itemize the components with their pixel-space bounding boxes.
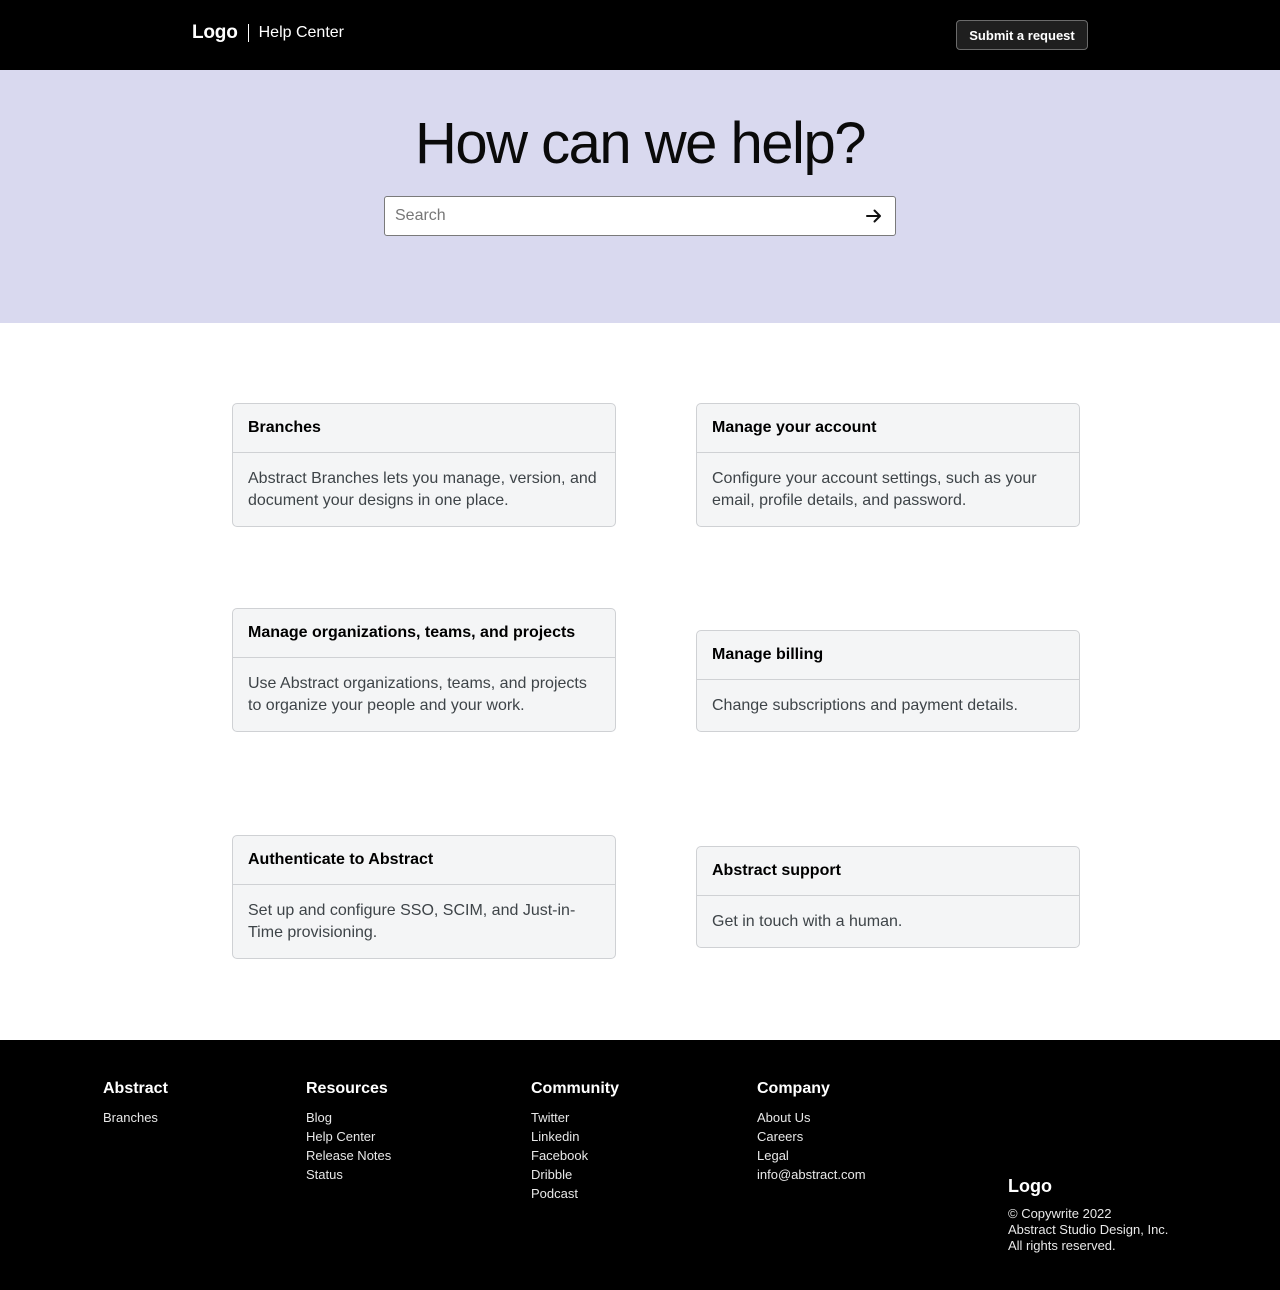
card-description: Set up and configure SSO, SCIM, and Just… <box>248 902 576 941</box>
footer-column-heading: Company <box>757 1080 830 1097</box>
footer-link[interactable]: Release Notes <box>306 1146 391 1165</box>
card-description: Get in touch with a human. <box>712 913 903 930</box>
card-description: Use Abstract organizations, teams, and p… <box>248 675 587 714</box>
site-footer: Abstract Branches Resources Blog Help Ce… <box>0 1040 1280 1290</box>
card-description: Configure your account settings, such as… <box>712 470 1037 509</box>
card-title: Manage organizations, teams, and project… <box>233 609 615 658</box>
card-title: Authenticate to Abstract <box>233 836 615 885</box>
category-card-abstract-support[interactable]: Abstract support Get in touch with a hum… <box>696 846 1080 948</box>
brand[interactable]: Logo Help Center <box>192 22 344 44</box>
search-box <box>384 196 896 236</box>
footer-column-abstract: Abstract Branches <box>103 1080 168 1127</box>
footer-column-heading: Community <box>531 1080 619 1097</box>
footer-link[interactable]: Careers <box>757 1127 866 1146</box>
footer-brand: Logo © Copywrite 2022 Abstract Studio De… <box>1008 1176 1168 1254</box>
arrow-right-icon[interactable] <box>861 203 887 229</box>
footer-link[interactable]: Help Center <box>306 1127 391 1146</box>
header-logo[interactable]: Logo <box>192 22 238 44</box>
footer-link[interactable]: Status <box>306 1165 391 1184</box>
copyright-line: © Copywrite 2022 <box>1008 1206 1112 1221</box>
help-center-link[interactable]: Help Center <box>259 24 344 42</box>
hero-title: How can we help? <box>415 111 866 176</box>
card-title: Manage your account <box>697 404 1079 453</box>
footer-column-company: Company About Us Careers Legal info@abst… <box>757 1080 866 1184</box>
footer-link[interactable]: Podcast <box>531 1184 619 1203</box>
submit-request-button[interactable]: Submit a request <box>956 20 1088 50</box>
category-card-manage-organizations[interactable]: Manage organizations, teams, and project… <box>232 608 616 732</box>
card-title: Manage billing <box>697 631 1079 680</box>
card-title: Branches <box>233 404 615 453</box>
footer-link[interactable]: Dribble <box>531 1165 619 1184</box>
card-description: Abstract Branches lets you manage, versi… <box>248 470 597 509</box>
hero-section: How can we help? <box>0 70 1280 323</box>
brand-divider <box>247 24 249 42</box>
card-description: Change subscriptions and payment details… <box>712 697 1018 714</box>
footer-link[interactable]: Facebook <box>531 1146 619 1165</box>
copyright-line: Abstract Studio Design, Inc. <box>1008 1222 1169 1237</box>
footer-logo[interactable]: Logo <box>1008 1176 1168 1197</box>
category-card-manage-billing[interactable]: Manage billing Change subscriptions and … <box>696 630 1080 732</box>
footer-link[interactable]: Linkedin <box>531 1127 619 1146</box>
footer-email-link[interactable]: info@abstract.com <box>757 1165 866 1184</box>
footer-column-heading: Resources <box>306 1080 388 1097</box>
category-card-branches[interactable]: Branches Abstract Branches lets you mana… <box>232 403 616 527</box>
footer-link[interactable]: Legal <box>757 1146 866 1165</box>
card-title: Abstract support <box>697 847 1079 896</box>
search-input[interactable] <box>385 197 845 235</box>
copyright-line: All rights reserved. <box>1008 1238 1116 1253</box>
top-navigation-bar: Logo Help Center Submit a request <box>0 0 1280 70</box>
footer-column-heading: Abstract <box>103 1080 168 1097</box>
category-card-manage-account[interactable]: Manage your account Configure your accou… <box>696 403 1080 527</box>
footer-link[interactable]: Branches <box>103 1108 168 1127</box>
footer-column-resources: Resources Blog Help Center Release Notes… <box>306 1080 391 1184</box>
category-card-authenticate[interactable]: Authenticate to Abstract Set up and conf… <box>232 835 616 959</box>
footer-column-community: Community Twitter Linkedin Facebook Drib… <box>531 1080 619 1203</box>
footer-link[interactable]: About Us <box>757 1108 866 1127</box>
footer-link[interactable]: Twitter <box>531 1108 619 1127</box>
footer-link[interactable]: Blog <box>306 1108 391 1127</box>
